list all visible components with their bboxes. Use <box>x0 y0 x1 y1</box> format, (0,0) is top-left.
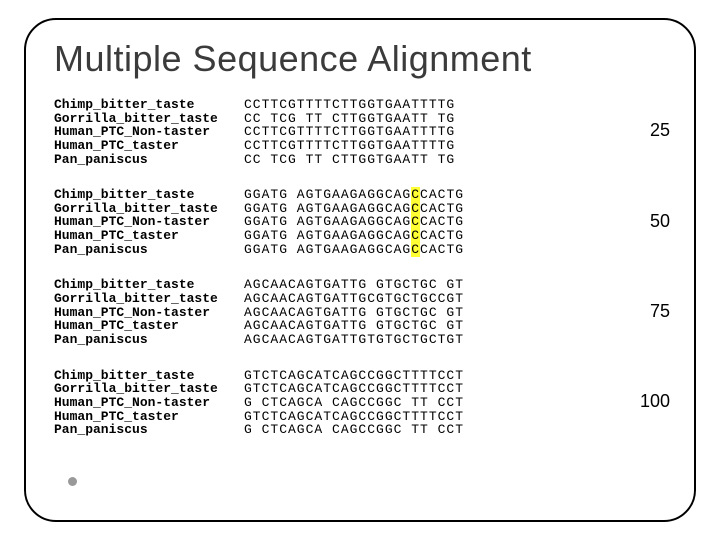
sequence-bases: CCTTCGTTTTCTTGGTGAATTTTG <box>244 98 455 112</box>
alignment-block: Chimp_bitter_tasteGGATG AGTGAAGAGGCAGCCA… <box>54 188 666 256</box>
sequence-bases: GTCTCAGCATCAGCCGGCTTTTCCT <box>244 410 464 424</box>
sequence-bases: GGATG AGTGAAGAGGCAGCCACTG <box>244 229 464 243</box>
alignment-row: Chimp_bitter_tasteCCTTCGTTTTCTTGGTGAATTT… <box>54 98 666 112</box>
sequence-bases: G CTCAGCA CAGCCGGC TT CCT <box>244 423 464 437</box>
sequence-name: Gorrilla_bitter_taste <box>54 202 244 216</box>
position-number: 50 <box>650 212 670 231</box>
sequence-name: Human_PTC_taster <box>54 319 244 333</box>
sequence-bases: CCTTCGTTTTCTTGGTGAATTTTG <box>244 139 455 153</box>
sequence-bases: CC TCG TT CTTGGTGAATT TG <box>244 153 455 167</box>
sequence-name: Chimp_bitter_taste <box>54 278 244 292</box>
position-number: 25 <box>650 121 670 140</box>
sequence-name: Chimp_bitter_taste <box>54 369 244 383</box>
alignment-row: Human_PTC_tasterGTCTCAGCATCAGCCGGCTTTTCC… <box>54 410 666 424</box>
sequence-name: Pan_paniscus <box>54 333 244 347</box>
sequence-name: Chimp_bitter_taste <box>54 188 244 202</box>
position-number: 100 <box>640 392 670 411</box>
alignment-row: Chimp_bitter_tasteGTCTCAGCATCAGCCGGCTTTT… <box>54 369 666 383</box>
sequence-name: Gorrilla_bitter_taste <box>54 382 244 396</box>
alignment-row: Pan_paniscusG CTCAGCA CAGCCGGC TT CCT <box>54 423 666 437</box>
sequence-bases: GGATG AGTGAAGAGGCAGCCACTG <box>244 243 464 257</box>
position-number: 75 <box>650 302 670 321</box>
bullet-dot <box>68 477 77 486</box>
alignment-row: Human_PTC_tasterAGCAACAGTGATTG GTGCTGC G… <box>54 319 666 333</box>
sequence-bases: GTCTCAGCATCAGCCGGCTTTTCCT <box>244 382 464 396</box>
slide-title: Multiple Sequence Alignment <box>54 38 666 80</box>
alignment-row: Gorrilla_bitter_tasteGGATG AGTGAAGAGGCAG… <box>54 202 666 216</box>
alignment-row: Chimp_bitter_tasteAGCAACAGTGATTG GTGCTGC… <box>54 278 666 292</box>
alignment-row: Human_PTC_Non-tasterGGATG AGTGAAGAGGCAGC… <box>54 215 666 229</box>
sequence-name: Human_PTC_taster <box>54 229 244 243</box>
sequence-name: Human_PTC_Non-taster <box>54 396 244 410</box>
slide: Multiple Sequence Alignment Chimp_bitter… <box>0 0 720 540</box>
alignment-row: Gorrilla_bitter_tasteAGCAACAGTGATTGCGTGC… <box>54 292 666 306</box>
sequence-name: Pan_paniscus <box>54 153 244 167</box>
alignment-row: Gorrilla_bitter_tasteCC TCG TT CTTGGTGAA… <box>54 112 666 126</box>
alignment-row: Human_PTC_Non-tasterAGCAACAGTGATTG GTGCT… <box>54 306 666 320</box>
sequence-name: Pan_paniscus <box>54 423 244 437</box>
alignment-row: Human_PTC_tasterCCTTCGTTTTCTTGGTGAATTTTG <box>54 139 666 153</box>
alignment-block: Chimp_bitter_tasteCCTTCGTTTTCTTGGTGAATTT… <box>54 98 666 166</box>
sequence-bases: GGATG AGTGAAGAGGCAGCCACTG <box>244 202 464 216</box>
alignment-row: Human_PTC_tasterGGATG AGTGAAGAGGCAGCCACT… <box>54 229 666 243</box>
alignment-view: Chimp_bitter_tasteCCTTCGTTTTCTTGGTGAATTT… <box>54 98 666 437</box>
sequence-bases: GGATG AGTGAAGAGGCAGCCACTG <box>244 188 464 202</box>
sequence-bases: AGCAACAGTGATTG GTGCTGC GT <box>244 319 464 333</box>
sequence-bases: CC TCG TT CTTGGTGAATT TG <box>244 112 455 126</box>
alignment-row: Chimp_bitter_tasteGGATG AGTGAAGAGGCAGCCA… <box>54 188 666 202</box>
sequence-name: Human_PTC_Non-taster <box>54 215 244 229</box>
sequence-name: Human_PTC_Non-taster <box>54 306 244 320</box>
alignment-row: Human_PTC_Non-tasterG CTCAGCA CAGCCGGC T… <box>54 396 666 410</box>
sequence-name: Gorrilla_bitter_taste <box>54 292 244 306</box>
sequence-name: Gorrilla_bitter_taste <box>54 112 244 126</box>
sequence-bases: CCTTCGTTTTCTTGGTGAATTTTG <box>244 125 455 139</box>
alignment-row: Human_PTC_Non-tasterCCTTCGTTTTCTTGGTGAAT… <box>54 125 666 139</box>
sequence-name: Human_PTC_taster <box>54 410 244 424</box>
highlighted-base: C <box>411 228 420 243</box>
alignment-row: Gorrilla_bitter_tasteGTCTCAGCATCAGCCGGCT… <box>54 382 666 396</box>
sequence-name: Human_PTC_taster <box>54 139 244 153</box>
sequence-name: Chimp_bitter_taste <box>54 98 244 112</box>
slide-frame: Multiple Sequence Alignment Chimp_bitter… <box>24 18 696 522</box>
alignment-row: Pan_paniscusGGATG AGTGAAGAGGCAGCCACTG <box>54 243 666 257</box>
sequence-bases: GTCTCAGCATCAGCCGGCTTTTCCT <box>244 369 464 383</box>
highlighted-base: C <box>411 242 420 257</box>
alignment-block: Chimp_bitter_tasteAGCAACAGTGATTG GTGCTGC… <box>54 278 666 346</box>
sequence-bases: AGCAACAGTGATTGTGTGCTGCTGT <box>244 333 464 347</box>
alignment-row: Pan_paniscusCC TCG TT CTTGGTGAATT TG <box>54 153 666 167</box>
alignment-block: Chimp_bitter_tasteGTCTCAGCATCAGCCGGCTTTT… <box>54 369 666 437</box>
sequence-bases: GGATG AGTGAAGAGGCAGCCACTG <box>244 215 464 229</box>
sequence-bases: G CTCAGCA CAGCCGGC TT CCT <box>244 396 464 410</box>
sequence-bases: AGCAACAGTGATTG GTGCTGC GT <box>244 306 464 320</box>
highlighted-base: C <box>411 187 420 202</box>
sequence-name: Human_PTC_Non-taster <box>54 125 244 139</box>
sequence-bases: AGCAACAGTGATTG GTGCTGC GT <box>244 278 464 292</box>
alignment-row: Pan_paniscusAGCAACAGTGATTGTGTGCTGCTGT <box>54 333 666 347</box>
sequence-bases: AGCAACAGTGATTGCGTGCTGCCGT <box>244 292 464 306</box>
sequence-name: Pan_paniscus <box>54 243 244 257</box>
